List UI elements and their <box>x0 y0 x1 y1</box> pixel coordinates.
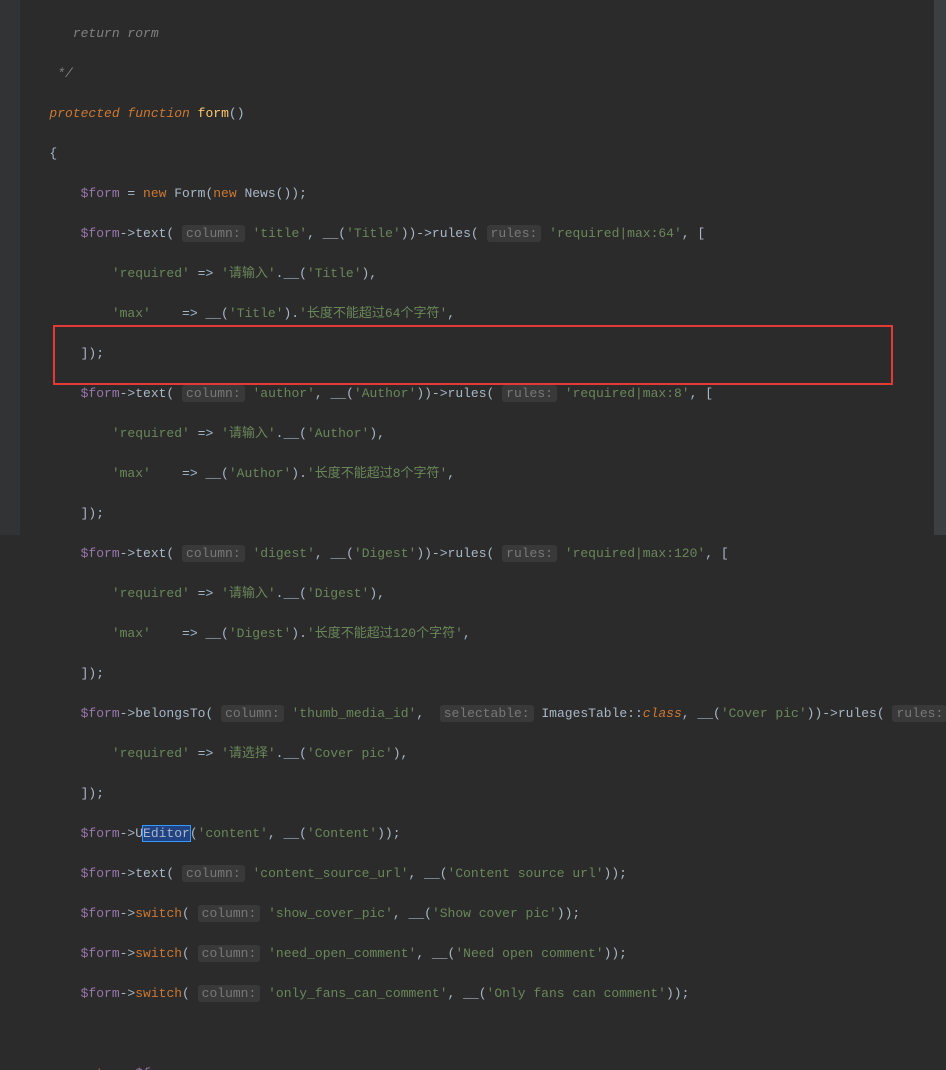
code-line: 'max' => __('Digest').'长度不能超过120个字符', <box>26 624 928 644</box>
code-line: $form->switch( column: 'need_open_commen… <box>26 944 928 964</box>
code-line: $form = new Form(new News()); <box>26 184 928 204</box>
code-line: $form->text( column: 'author', __('Autho… <box>26 384 928 404</box>
code-line: $form->UEditor('content', __('Content'))… <box>26 824 928 844</box>
code-line: return rorm <box>26 24 928 44</box>
code-line: return $form; <box>26 1064 928 1070</box>
code-line: */ <box>26 64 928 84</box>
code-line: $form->belongsTo( column: 'thumb_media_i… <box>26 704 928 724</box>
code-line: 'required' => '请输入'.__('Title'), <box>26 264 928 284</box>
code-line: $form->switch( column: 'only_fans_can_co… <box>26 984 928 1004</box>
vertical-scrollbar[interactable] <box>934 0 946 535</box>
code-line: 'required' => '请输入'.__('Author'), <box>26 424 928 444</box>
code-line: 'max' => __('Title').'长度不能超过64个字符', <box>26 304 928 324</box>
code-line <box>26 1024 928 1044</box>
code-line: $form->text( column: 'content_source_url… <box>26 864 928 884</box>
code-editor[interactable]: return rorm */ protected function form()… <box>20 0 934 535</box>
editor-gutter[interactable] <box>0 0 20 535</box>
code-line: $form->switch( column: 'show_cover_pic',… <box>26 904 928 924</box>
code-line: 'max' => __('Author').'长度不能超过8个字符', <box>26 464 928 484</box>
code-line: ]); <box>26 504 928 524</box>
code-line: 'required' => '请输入'.__('Digest'), <box>26 584 928 604</box>
code-line: ]); <box>26 344 928 364</box>
code-line: { <box>26 144 928 164</box>
code-line: ]); <box>26 784 928 804</box>
code-line: $form->text( column: 'title', __('Title'… <box>26 224 928 244</box>
code-line: ]); <box>26 664 928 684</box>
code-line: 'required' => '请选择'.__('Cover pic'), <box>26 744 928 764</box>
code-line: $form->text( column: 'digest', __('Diges… <box>26 544 928 564</box>
code-line: protected function form() <box>26 104 928 124</box>
